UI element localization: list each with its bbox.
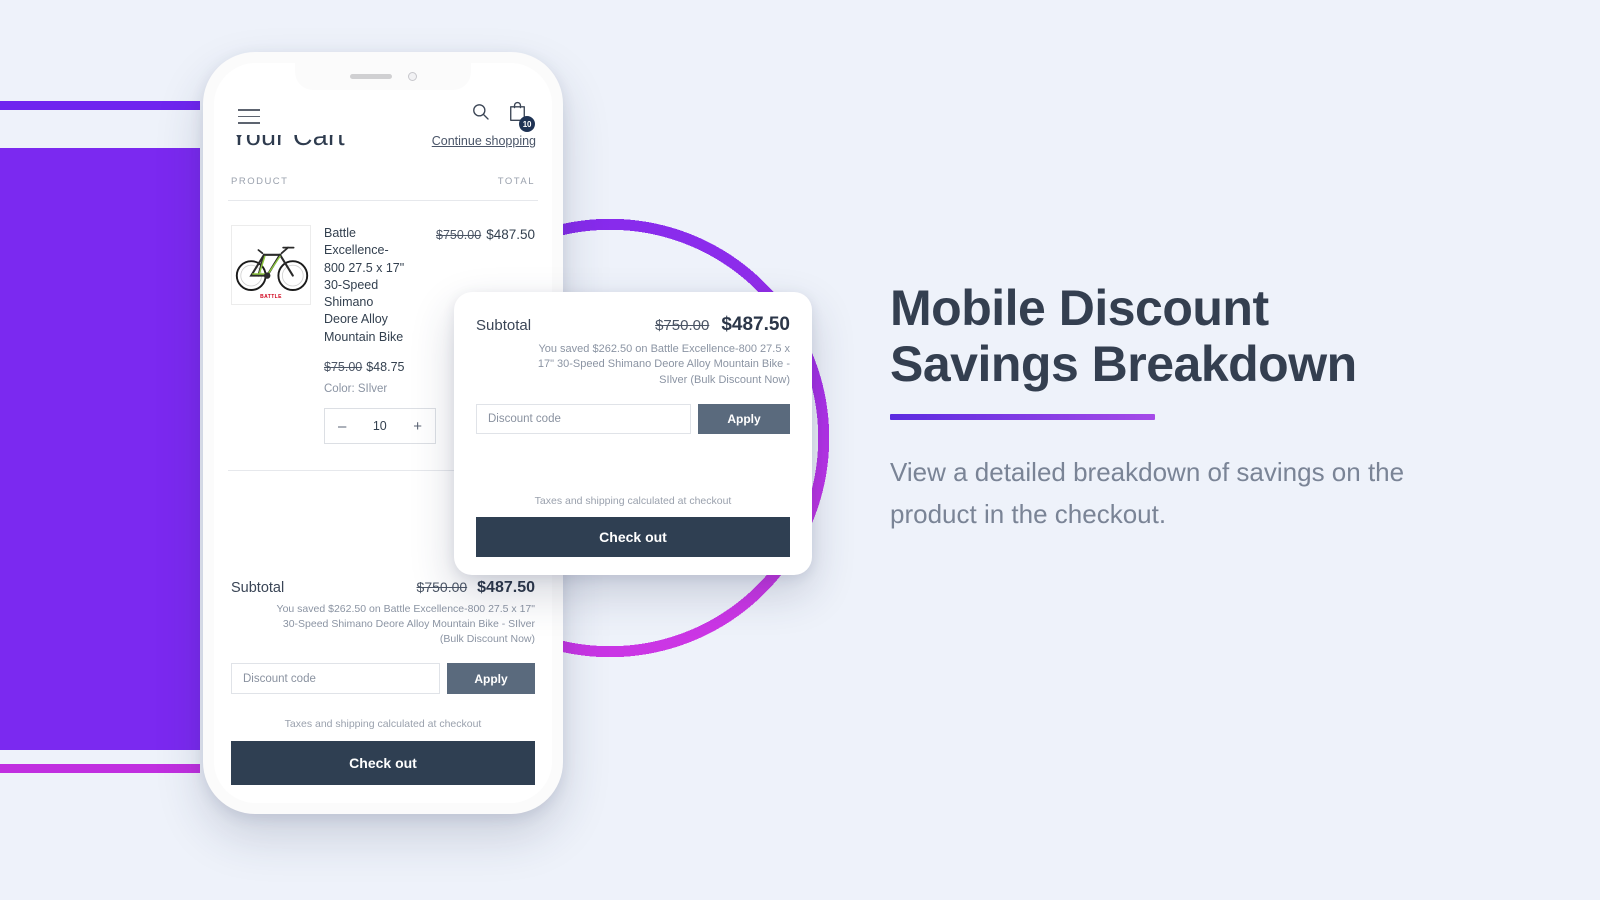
popup-discount-code-row: Apply [476,404,790,435]
search-icon[interactable] [471,102,490,126]
savings-note: You saved $262.50 on Battle Excellence-8… [276,603,535,646]
product-variant: Color: SIlver [324,383,388,396]
phone-notch [295,63,471,90]
continue-shopping-link[interactable]: Continue shopping [432,135,536,148]
discount-code-row: Apply [231,663,535,694]
discount-code-input[interactable] [231,663,440,694]
cart-summary: Subtotal $750.00 $487.50 You saved $262.5… [228,561,538,803]
popup-subtotal-label: Subtotal [476,317,532,334]
hamburger-icon[interactable] [238,109,260,127]
popup-apply-discount-button[interactable]: Apply [698,404,790,435]
taxes-shipping-note: Taxes and shipping calculated at checkou… [284,718,482,730]
cart-count-badge: 10 [519,116,535,132]
quantity-decrease-button[interactable]: – [338,419,346,434]
product-unit-price: $75.00 $48.75 [324,358,406,377]
subtotal-amounts: $750.00 $487.50 [417,579,535,597]
popup-subtotal-discounted: $487.50 [721,314,790,335]
subtotal-discounted: $487.50 [477,579,535,597]
line-total-discounted: $487.50 [486,227,535,242]
cart-table-header: PRODUCT TOTAL [228,176,538,201]
unit-price-original: $75.00 [324,359,363,374]
column-header-total: TOTAL [497,176,535,187]
front-camera-icon [407,72,417,81]
product-name[interactable]: Battle Excellence-800 27.5 x 17" 30-Spee… [324,225,406,346]
earpiece-speaker-icon [349,74,392,79]
line-total-original: $750.00 [436,228,482,242]
popup-subtotal-original: $750.00 [655,317,710,334]
shopping-bag-icon[interactable]: 10 [507,100,535,132]
cart-title-row: Your Cart Continue shopping [228,135,538,152]
headline-line-2: Savings Breakdown [890,336,1357,392]
subtotal-label: Subtotal [231,580,285,597]
purple-accent-block [0,148,200,750]
brand-logo: BATTLE [260,294,282,300]
savings-breakdown-popup: Subtotal $750.00 $487.50 You saved $262.5… [454,292,812,575]
unit-price-discounted: $48.75 [366,359,405,374]
magenta-accent-line-bottom [0,764,200,773]
popup-taxes-shipping-note: Taxes and shipping calculated at checkou… [534,495,732,507]
popup-subtotal-amounts: $750.00 $487.50 [655,314,790,336]
header-actions: 10 [471,100,535,132]
checkout-button[interactable]: Check out [231,741,535,785]
subtotal-original: $750.00 [416,579,468,596]
subheadline: View a detailed breakdown of savings on … [890,457,1405,529]
product-thumbnail[interactable]: BATTLE [231,225,311,305]
headline-line-1: Mobile Discount [890,280,1269,336]
marketing-copy: Mobile Discount Savings Breakdown View a… [890,280,1490,535]
headline: Mobile Discount Savings Breakdown [890,280,1490,392]
quantity-value: 10 [372,419,387,434]
column-header-product: PRODUCT [231,176,289,187]
product-details: Battle Excellence-800 27.5 x 17" 30-Spee… [324,225,436,445]
accent-underline [890,414,1155,420]
subtotal-row: Subtotal $750.00 $487.50 [231,579,535,597]
page-title: Your Cart [230,135,345,151]
popup-savings-note: You saved $262.50 on Battle Excellence-8… [537,343,790,386]
popup-checkout-button[interactable]: Check out [476,517,790,557]
apply-discount-button[interactable]: Apply [447,663,535,694]
popup-discount-code-input[interactable] [476,404,691,435]
popup-subtotal-row: Subtotal $750.00 $487.50 [476,314,790,336]
purple-accent-line-top [0,101,200,110]
